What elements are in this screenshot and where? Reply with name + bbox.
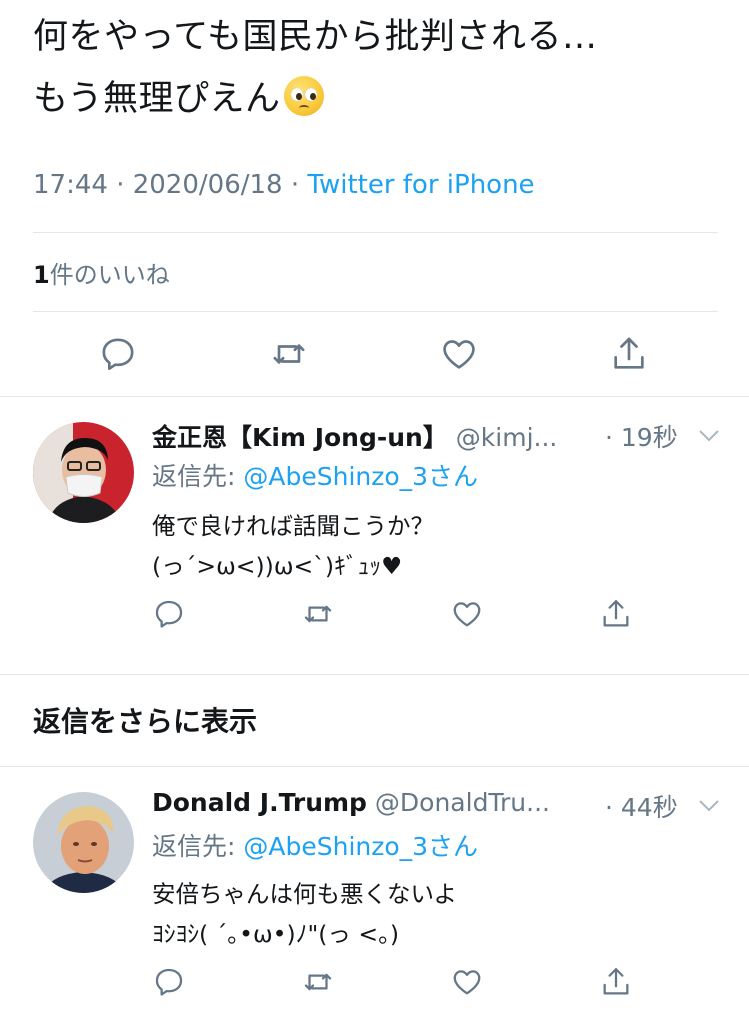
reply-icon[interactable] [147, 592, 191, 636]
tweet-timestamp: 17:44 · 2020/06/18 · [33, 170, 308, 200]
reply-body: 安倍ちゃんは何も悪くないよ ﾖｼﾖｼ( ´｡•ω•)ﾉ"(っ <。) [152, 874, 722, 954]
reply-body: 俺で良ければ話聞こうか？ (っ´>ω<))ω<`)ｷﾞｭｯ♥ [152, 506, 722, 586]
share-icon[interactable] [607, 332, 651, 376]
reply-icon[interactable] [147, 960, 191, 1004]
pleading-face-emoji [284, 76, 325, 116]
tweet-client-link[interactable]: Twitter for iPhone [307, 170, 534, 200]
reply-tweet[interactable]: 金正恩【Kim Jong-un】 @kimj... · 19秒 返信先: @Ab… [0, 396, 749, 674]
reply-actions [0, 592, 749, 642]
main-tweet: 何をやっても国民から批判される… もう無理ぴえん 17:44 · 2020/06… [0, 0, 749, 396]
retweet-icon[interactable] [296, 592, 340, 636]
like-heart-icon[interactable] [445, 592, 489, 636]
reply-to-label: 返信先: [152, 832, 244, 861]
divider [33, 232, 718, 233]
like-heart-icon[interactable] [437, 332, 481, 376]
reply-to-handle[interactable]: @AbeShinzo_3さん [243, 462, 478, 491]
like-heart-icon[interactable] [445, 960, 489, 1004]
retweet-icon[interactable] [296, 960, 340, 1004]
black-heart-glyph: ♥ [381, 552, 403, 580]
tweet-meta: 17:44 · 2020/06/18 · Twitter for iPhone [33, 170, 535, 200]
tweet-text-line2: もう無理ぴえん [33, 79, 281, 119]
divider [33, 311, 718, 312]
retweet-icon[interactable] [267, 332, 311, 376]
share-icon[interactable] [594, 960, 638, 1004]
reply-time: · 19秒 [605, 423, 678, 452]
reply-to-label: 返信先: [152, 462, 244, 491]
reply-body-line2: (っ´>ω<))ω<`)ｷﾞｭｯ [152, 552, 382, 580]
reply-icon[interactable] [96, 332, 140, 376]
reply-actions [0, 960, 749, 1010]
share-icon[interactable] [594, 592, 638, 636]
avatar[interactable] [33, 792, 134, 893]
tweet-text-line1: 何をやっても国民から批判される… [33, 17, 598, 57]
chevron-down-icon[interactable] [698, 428, 720, 442]
reply-author-handle[interactable]: @DonaldTru... [375, 788, 550, 817]
avatar[interactable] [33, 422, 134, 523]
reply-to-handle[interactable]: @AbeShinzo_3さん [243, 832, 478, 861]
reply-body-line1: 安倍ちゃんは何も悪くないよ [152, 880, 458, 908]
reply-body-line1: 俺で良ければ話聞こうか？ [152, 512, 434, 540]
reply-author-name[interactable]: Donald J.Trump [152, 788, 367, 817]
likes-count[interactable]: 1件のいいね [33, 255, 170, 290]
tweet-text: 何をやっても国民から批判される… もう無理ぴえん [33, 6, 723, 130]
reply-author-handle[interactable]: @kimj... [456, 423, 558, 452]
likes-label: 件のいいね [49, 261, 170, 289]
reply-body-line2: ﾖｼﾖｼ( ´｡•ω•)ﾉ"(っ <。) [152, 920, 400, 948]
show-more-replies[interactable]: 返信をさらに表示 [33, 700, 257, 740]
reply-time: · 44秒 [605, 793, 678, 822]
reply-to: 返信先: @AbeShinzo_3さん [152, 457, 478, 493]
reply-body-line2-wrap: (っ´>ω<))ω<`)ｷﾞｭｯ♥ [152, 546, 722, 586]
likes-number: 1 [33, 261, 50, 289]
reply-tweet[interactable]: Donald J.Trump @DonaldTru... · 44秒 返信先: … [0, 766, 749, 1006]
divider [0, 674, 749, 675]
reply-to: 返信先: @AbeShinzo_3さん [152, 827, 478, 863]
chevron-down-icon[interactable] [698, 798, 720, 812]
reply-author-name[interactable]: 金正恩【Kim Jong-un】 [152, 423, 448, 452]
tweet-text-line2-wrap: もう無理ぴえん [33, 68, 723, 130]
main-tweet-actions [0, 332, 749, 382]
